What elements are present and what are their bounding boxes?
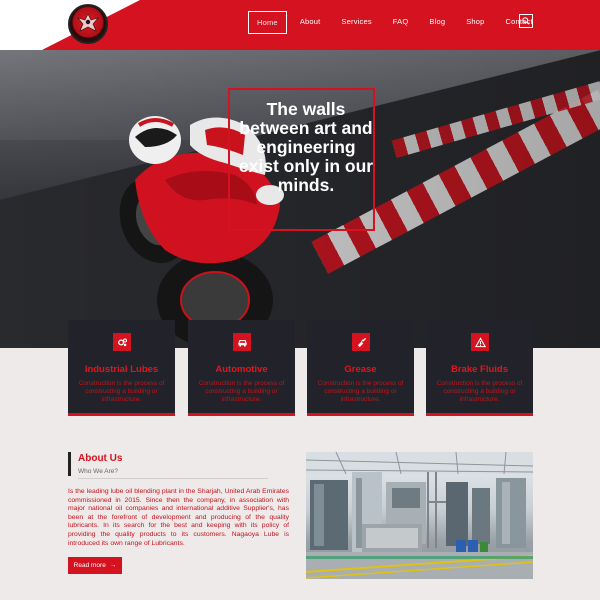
card-text: Construction is the process of construct…: [317, 380, 404, 403]
search-button[interactable]: [519, 14, 533, 28]
nav-faq[interactable]: FAQ: [385, 11, 417, 34]
car-icon: [233, 333, 251, 351]
about-body: Is the leading lube oil blending plant i…: [68, 488, 289, 547]
gears-icon: [113, 333, 131, 351]
main-nav: Home About Services FAQ Blog Shop Contac…: [248, 11, 546, 34]
grease-gun-icon: [352, 333, 370, 351]
card-title: Grease: [344, 364, 377, 375]
about-accent-bar: [68, 452, 71, 476]
about-subtitle: Who We Are?: [78, 468, 118, 475]
hero-headline: The walls between art and engineering ex…: [238, 99, 374, 195]
factory-image: [306, 452, 533, 579]
service-card-automotive[interactable]: Automotive Construction is the process o…: [188, 320, 295, 416]
service-card-grease[interactable]: Grease Construction is the process of co…: [307, 320, 414, 416]
card-text: Construction is the process of construct…: [198, 380, 285, 403]
card-text: Construction is the process of construct…: [78, 380, 165, 403]
hero-banner: The walls between art and engineering ex…: [0, 50, 600, 348]
service-card-industrial-lubes[interactable]: Industrial Lubes Construction is the pro…: [68, 320, 175, 416]
card-text: Construction is the process of construct…: [436, 380, 523, 403]
arrow-right-icon: →: [109, 562, 117, 569]
read-more-label: Read more: [73, 562, 106, 569]
nav-shop[interactable]: Shop: [458, 11, 492, 34]
read-more-button[interactable]: Read more →: [68, 557, 122, 574]
nav-home[interactable]: Home: [248, 11, 287, 34]
service-card-brake-fluids[interactable]: Brake Fluids Construction is the process…: [426, 320, 533, 416]
brand-logo[interactable]: [68, 4, 108, 44]
warning-triangle-icon: [471, 333, 489, 351]
nav-about[interactable]: About: [292, 11, 329, 34]
nav-services[interactable]: Services: [333, 11, 379, 34]
search-icon: [522, 17, 530, 25]
about-title: About Us: [78, 453, 123, 464]
site-header: Home About Services FAQ Blog Shop Contac…: [0, 0, 600, 50]
card-title: Industrial Lubes: [84, 364, 159, 375]
card-title: Brake Fluids: [450, 364, 509, 375]
card-title: Automotive: [215, 364, 268, 375]
about-divider: [78, 478, 268, 479]
factory-illustration: [306, 452, 533, 579]
eagle-emblem-icon: [77, 13, 99, 32]
nav-blog[interactable]: Blog: [421, 11, 453, 34]
